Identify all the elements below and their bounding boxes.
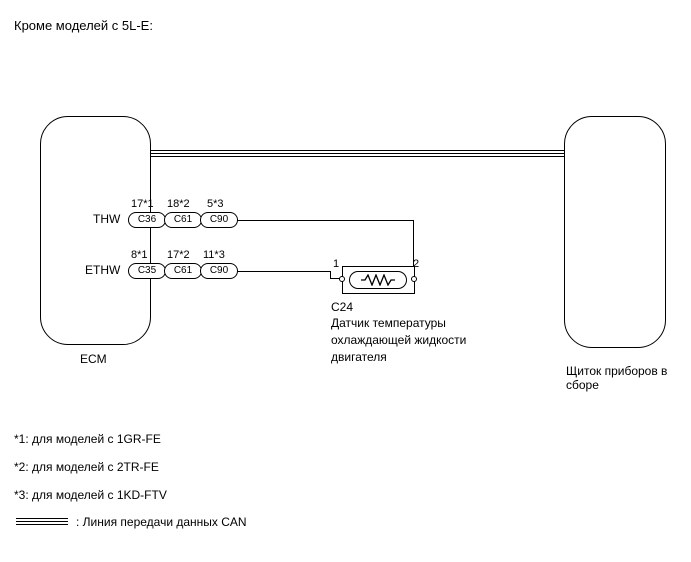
cluster-box	[564, 116, 666, 348]
cluster-label: Щиток приборов в сборе	[566, 364, 676, 392]
sensor-pin-2	[411, 276, 417, 282]
note-1: *1: для моделей с 1GR-FE	[14, 432, 161, 446]
thw-conn2: C61	[164, 212, 202, 228]
ecm-box	[40, 116, 151, 345]
sensor-body	[349, 271, 407, 289]
sensor-pin-1	[339, 276, 345, 282]
legend-bus-icon	[16, 518, 68, 522]
diagram-title: Кроме моделей с 5L-E:	[14, 18, 153, 33]
note-2: *2: для моделей с 2TR-FE	[14, 460, 159, 474]
ethw-pin2-top: 17*2	[167, 249, 190, 261]
ethw-conn3: C90	[200, 263, 238, 279]
sensor-name: Датчик температуры охлаждающей жидкости …	[331, 315, 491, 366]
legend-bus-text: : Линия передачи данных CAN	[76, 515, 247, 529]
sensor-pin1-label: 1	[333, 258, 339, 270]
sensor-ref: C24	[331, 300, 353, 314]
thw-pin3-top: 5*3	[207, 198, 224, 210]
can-bus-line	[150, 150, 564, 154]
ethw-drop	[330, 271, 331, 278]
resistor-icon	[361, 274, 395, 286]
legend-bus-icon-b	[16, 524, 68, 525]
ethw-pin3-top: 11*3	[203, 249, 225, 261]
thw-wire	[237, 220, 413, 221]
ethw-wire-a	[237, 271, 330, 272]
thw-pin1-top: 17*1	[131, 198, 154, 210]
thw-conn1: C36	[128, 212, 166, 228]
note-3: *3: для моделей с 1KD-FTV	[14, 488, 167, 502]
ethw-conn2: C61	[164, 263, 202, 279]
ecm-label: ECM	[80, 352, 107, 366]
can-bus-line-b	[150, 156, 564, 157]
thw-label: THW	[93, 212, 120, 226]
thw-conn3: C90	[200, 212, 238, 228]
thw-pin2-top: 18*2	[167, 198, 190, 210]
ethw-label: ETHW	[85, 263, 120, 277]
diagram-canvas: Кроме моделей с 5L-E: ECM Щиток приборов…	[0, 0, 691, 562]
sensor-pin2-label: 2	[413, 258, 419, 270]
ethw-pin1-top: 8*1	[131, 249, 148, 261]
ethw-conn1: C35	[128, 263, 166, 279]
